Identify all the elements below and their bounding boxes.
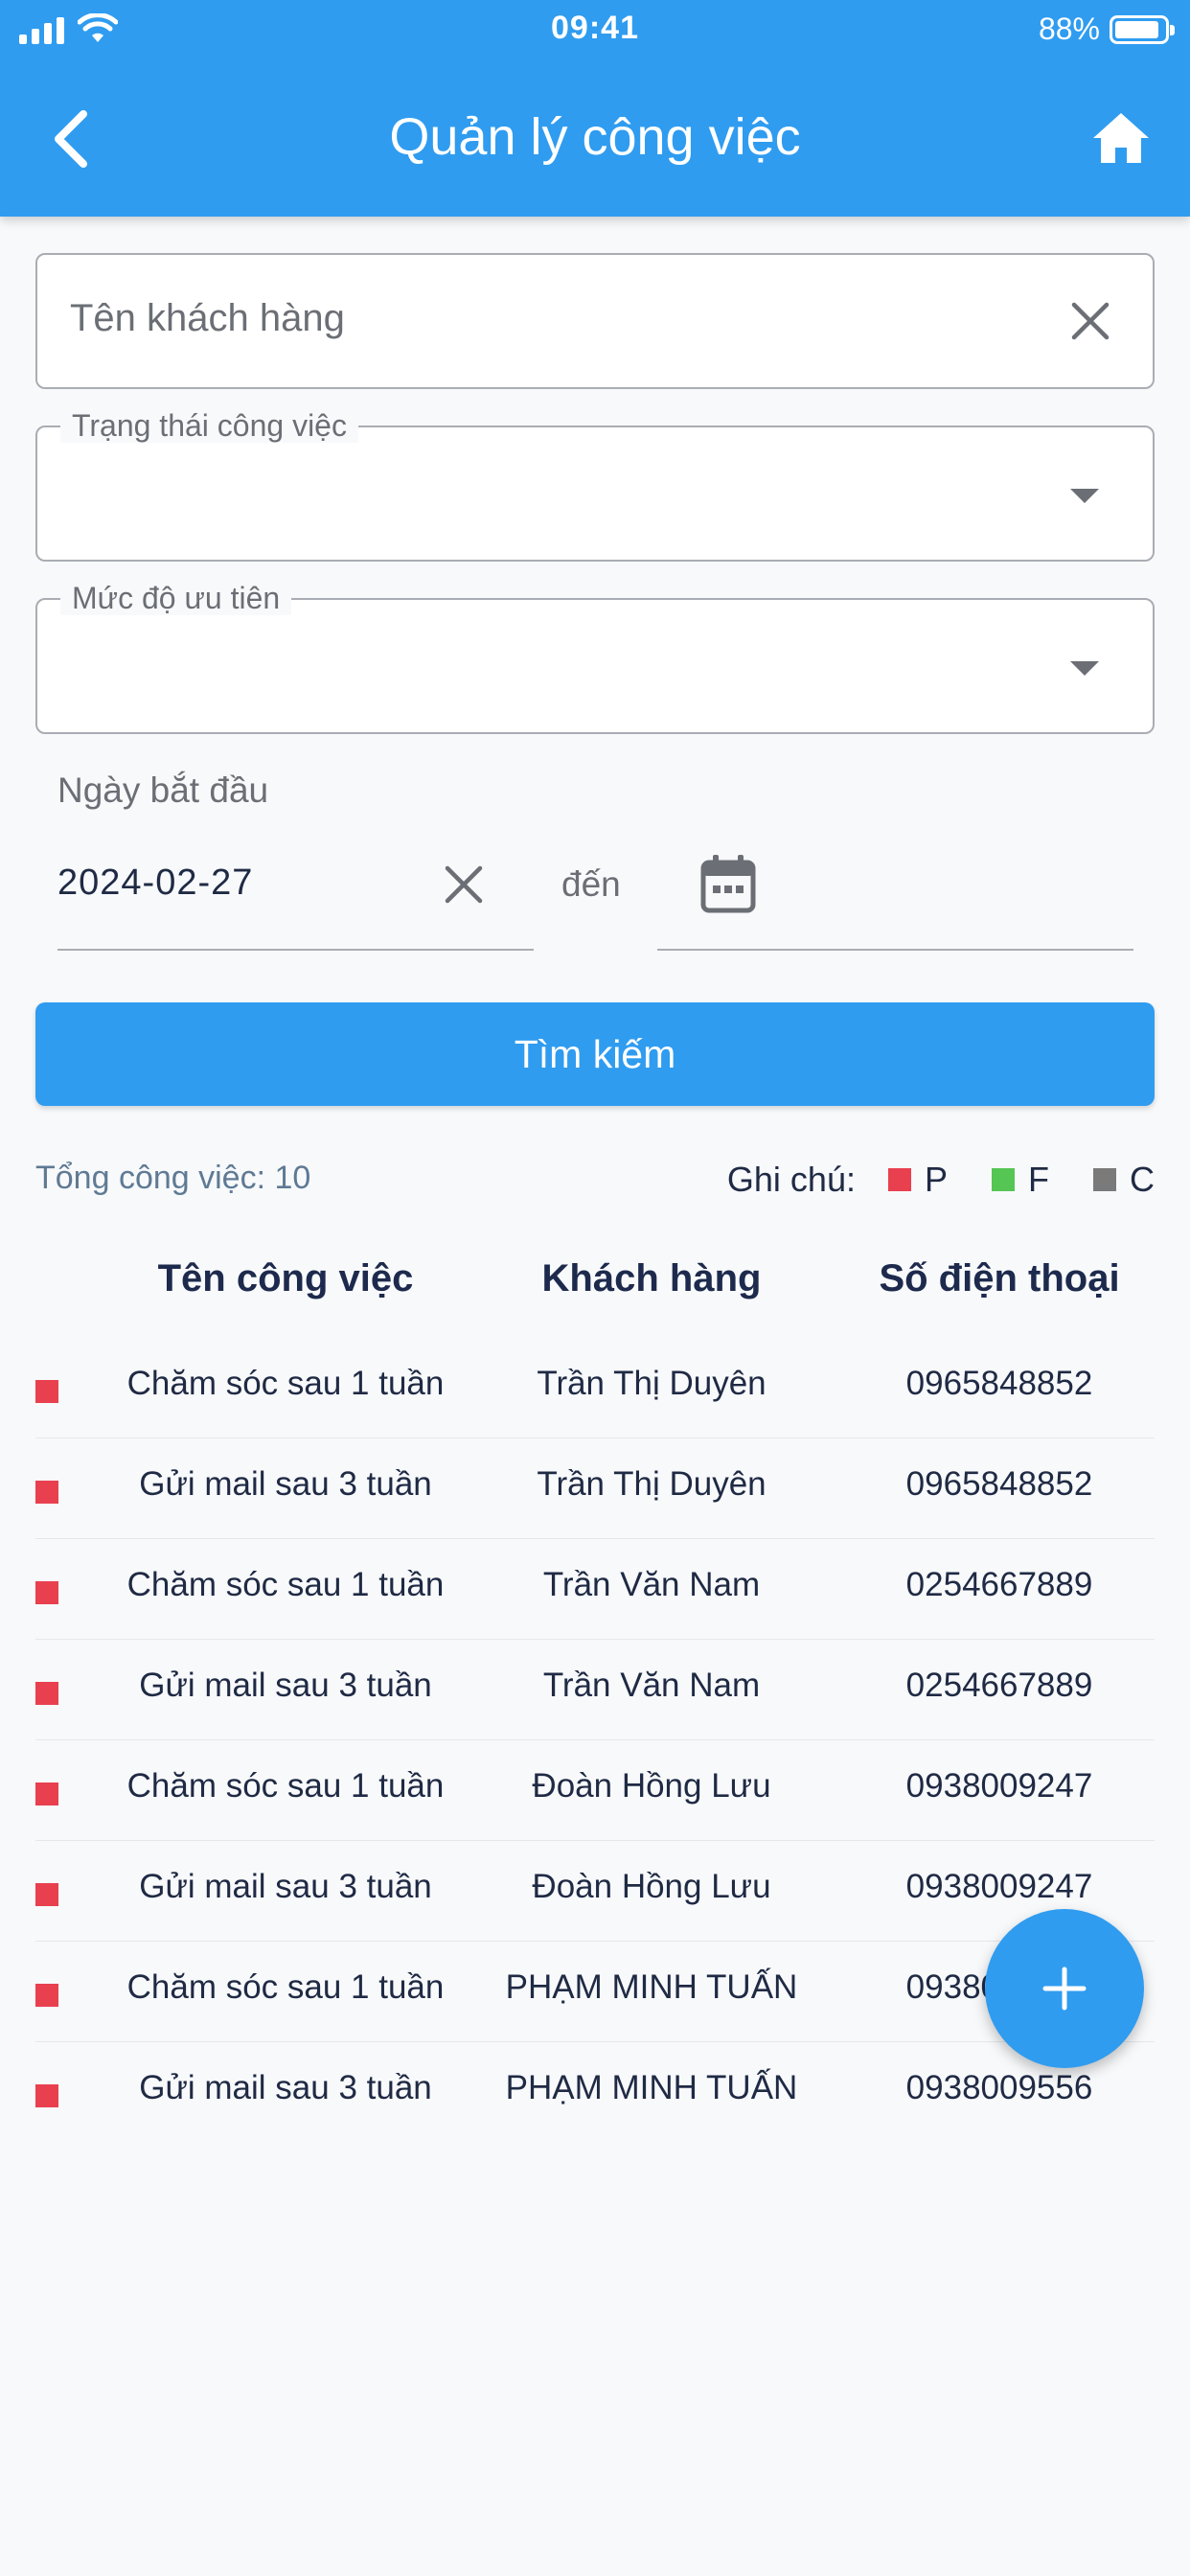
legend-item-c: C [1093, 1160, 1155, 1200]
legend-swatch [1093, 1168, 1116, 1191]
home-icon [1093, 113, 1149, 163]
phone-cell: 0938009247 [905, 1767, 1093, 1805]
table-row[interactable]: Chăm sóc sau 1 tuần Trần Thị Duyên 09658… [35, 1338, 1155, 1438]
close-icon[interactable] [1066, 297, 1114, 345]
start-date-value: 2024-02-27 [57, 862, 254, 903]
table-row[interactable]: Chăm sóc sau 1 tuần Đoàn Hồng Lưu 093800… [35, 1740, 1155, 1841]
status-right: 88% [1038, 12, 1175, 47]
table-row[interactable]: Chăm sóc sau 1 tuần Trần Văn Nam 0254667… [35, 1539, 1155, 1640]
table-row[interactable]: Gửi mail sau 3 tuần PHẠM MINH TUẤN 09380… [35, 2042, 1155, 2143]
legend-label: C [1130, 1160, 1155, 1199]
page-title: Quản lý công việc [389, 108, 801, 166]
customer-name-placeholder: Tên khách hàng [70, 297, 345, 339]
table-row[interactable]: Gửi mail sau 3 tuần Trần Văn Nam 0254667… [35, 1640, 1155, 1740]
status-time: 09:41 [551, 10, 639, 46]
calendar-icon[interactable] [699, 853, 757, 914]
legend-swatch [887, 1168, 911, 1191]
phone-cell: 0254667889 [905, 1667, 1093, 1704]
task-table: Chăm sóc sau 1 tuần Trần Thị Duyên 09658… [35, 1338, 1155, 2143]
table-row[interactable]: Gửi mail sau 3 tuần Trần Thị Duyên 09658… [35, 1438, 1155, 1539]
end-date-field[interactable] [657, 843, 1133, 951]
app-root: 09:41 88% Quản lý công việc Tên khách hà… [0, 0, 1190, 2576]
priority-dropdown[interactable]: Mức độ ưu tiên [35, 581, 1155, 734]
status-legend: Ghi chú: P F C [727, 1160, 1155, 1200]
phone-cell: 0254667889 [905, 1566, 1093, 1603]
task-status-label: Trạng thái công việc [60, 408, 358, 443]
search-button[interactable]: Tìm kiếm [35, 1002, 1155, 1106]
legend-label: F [1028, 1160, 1049, 1199]
table-row[interactable]: Gửi mail sau 3 tuần Đoàn Hồng Lưu 093800… [35, 1841, 1155, 1942]
battery-percentage: 88% [1038, 12, 1100, 46]
phone-cell: 0965848852 [905, 1465, 1093, 1503]
home-button[interactable] [1090, 107, 1152, 169]
navigation-bar: Quản lý công việc [0, 92, 1190, 184]
plus-icon [1042, 1966, 1087, 2011]
total-tasks-count: Tổng công việc: 10 [35, 1160, 311, 1196]
status-marker [35, 2084, 58, 2107]
status-bar: 09:41 88% [0, 0, 1190, 61]
date-to-label: đến [561, 864, 621, 904]
app-header: 09:41 88% Quản lý công việc [0, 0, 1190, 217]
status-marker [35, 1782, 58, 1806]
caret-down-icon [1070, 489, 1099, 503]
priority-label: Mức độ ưu tiên [60, 581, 292, 615]
status-marker [35, 1380, 58, 1403]
add-task-button[interactable] [985, 1909, 1144, 2068]
table-header: Tên công việc Khách hàng Số điện thoại [35, 1257, 1155, 1315]
legend-item-p: P [887, 1160, 948, 1200]
status-marker [35, 1984, 58, 2007]
battery-icon [1110, 14, 1175, 44]
status-marker [35, 1682, 58, 1705]
task-status-dropdown[interactable]: Trạng thái công việc [35, 408, 1155, 562]
legend-item-f: F [992, 1160, 1049, 1200]
legend-swatch [992, 1168, 1015, 1191]
status-marker [35, 1481, 58, 1504]
column-header-phone: Số điện thoại [879, 1257, 1120, 1300]
caret-down-icon [1070, 661, 1099, 676]
start-date-field[interactable]: 2024-02-27 [57, 843, 534, 951]
status-marker [35, 1883, 58, 1906]
close-icon[interactable] [440, 861, 488, 908]
customer-name-field[interactable]: Tên khách hàng [35, 253, 1155, 389]
status-marker [35, 1581, 58, 1604]
legend-title: Ghi chú: [726, 1160, 856, 1199]
phone-cell: 0938009247 [905, 1868, 1093, 1905]
legend-label: P [924, 1160, 948, 1199]
phone-cell: 0965848852 [905, 1365, 1093, 1402]
start-date-label: Ngày bắt đầu [57, 770, 269, 810]
phone-cell: 0938009556 [905, 2069, 1093, 2106]
